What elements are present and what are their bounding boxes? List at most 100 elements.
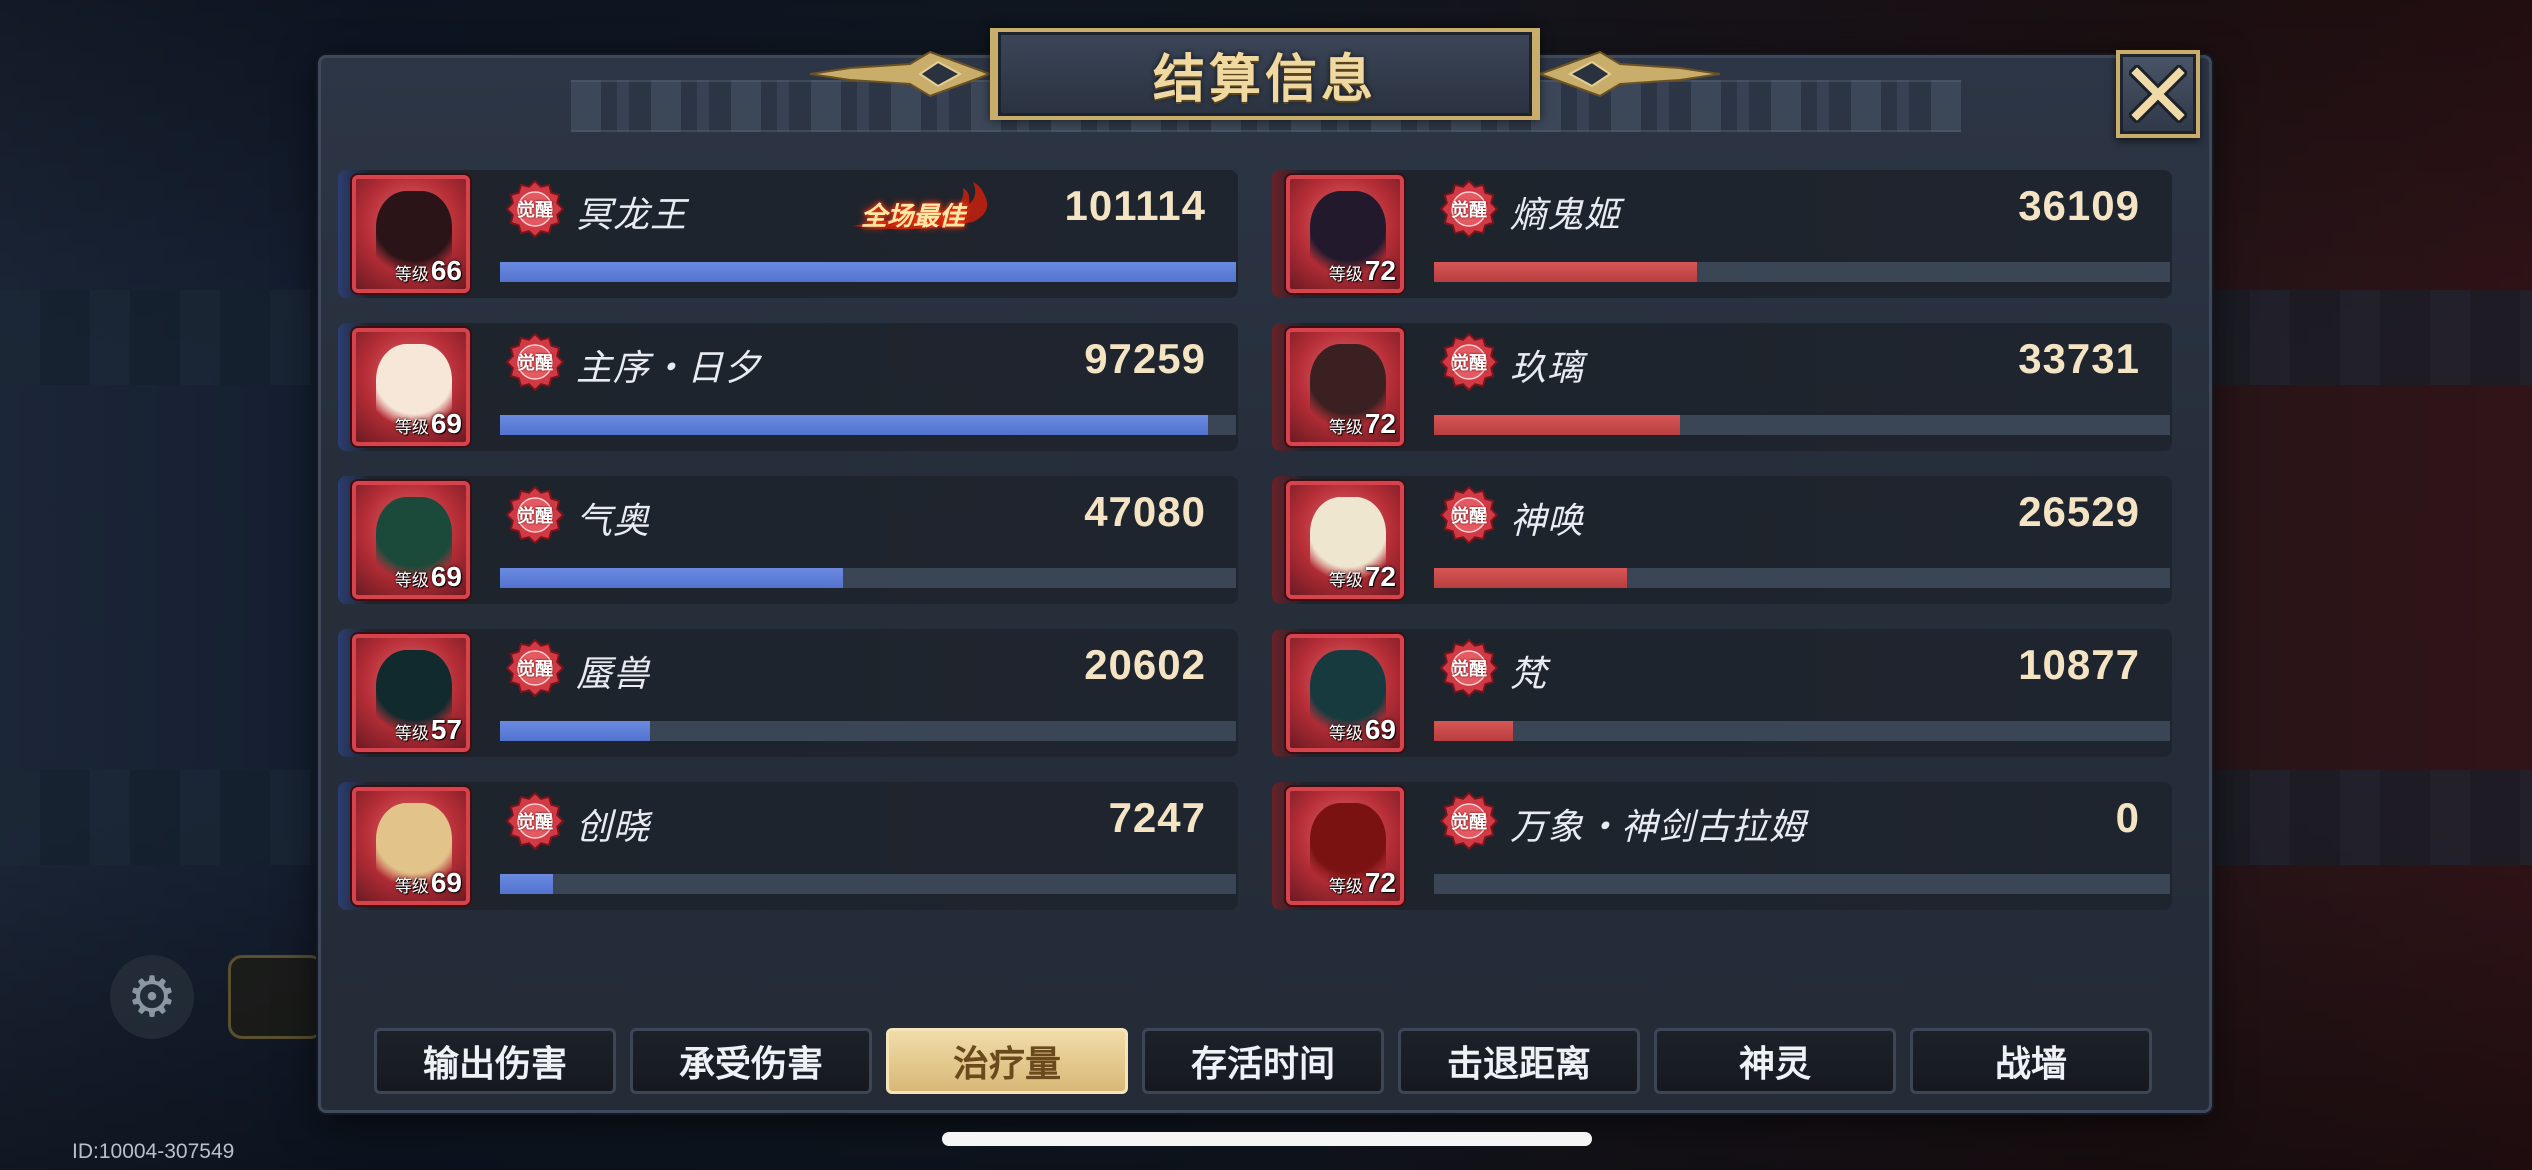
stat-value: 97259: [1084, 335, 1206, 382]
level-value: 72: [1364, 561, 1396, 592]
level-prefix: 等级: [1328, 571, 1363, 590]
awaken-badge-label: 觉醒: [1451, 506, 1487, 526]
tab-4[interactable]: 存活时间: [1142, 1028, 1384, 1094]
tab-7[interactable]: 战墙: [1910, 1028, 2152, 1094]
right-hero-row: 等级72 觉醒 万象・神剑古拉姆 0: [1272, 782, 2172, 910]
auto-button-background: [228, 955, 324, 1039]
stat-value: 7247: [1108, 794, 1206, 841]
stat-bar-fill: [1434, 415, 1680, 435]
level-prefix: 等级: [1328, 418, 1363, 437]
hero-avatar[interactable]: 等级69: [352, 787, 470, 905]
hero-level: 等级69: [395, 561, 462, 593]
stat-bar-fill: [1434, 262, 1697, 282]
hero-avatar[interactable]: 等级69: [352, 328, 470, 446]
stat-value: 33731: [2018, 335, 2140, 382]
stat-bar-track: [500, 568, 1236, 588]
hero-name: 冥龙王: [576, 194, 688, 235]
hero-avatar[interactable]: 等级69: [1286, 634, 1404, 752]
tab-6[interactable]: 神灵: [1654, 1028, 1896, 1094]
stat-bar-track: [1434, 874, 2170, 894]
tab-1[interactable]: 输出伤害: [374, 1028, 616, 1094]
level-prefix: 等级: [1328, 724, 1363, 743]
stat-value: 47080: [1084, 488, 1206, 535]
best-player-label: 全场最佳: [861, 201, 966, 231]
best-player-tag: 全场最佳: [853, 182, 1003, 236]
hero-avatar[interactable]: 等级57: [352, 634, 470, 752]
stat-bar-fill: [500, 262, 1236, 282]
left-hero-row: 等级66 觉醒 冥龙王 全场最佳 101114: [338, 170, 1238, 298]
hero-avatar[interactable]: 等级72: [1286, 787, 1404, 905]
hero-level: 等级72: [1329, 561, 1396, 593]
stat-bar-track: [500, 874, 1236, 894]
level-value: 57: [430, 714, 462, 745]
hero-name: 蜃兽: [576, 653, 651, 694]
hero-avatar[interactable]: 等级72: [1286, 328, 1404, 446]
stat-bar-track: [500, 415, 1236, 435]
close-button[interactable]: [2116, 50, 2200, 138]
stat-bar-fill: [500, 874, 553, 894]
stat-bar-fill: [1434, 568, 1627, 588]
left-hero-row: 等级69 觉醒 创晓 7247: [338, 782, 1238, 910]
stat-value: 20602: [1084, 641, 1206, 688]
hero-name: 万象・神剑古拉姆: [1510, 806, 1807, 847]
awaken-badge: 觉醒: [505, 638, 565, 698]
level-prefix: 等级: [394, 265, 429, 284]
left-hero-row: 等级57 觉醒 蜃兽 20602: [338, 629, 1238, 757]
level-prefix: 等级: [394, 418, 429, 437]
home-indicator[interactable]: [942, 1132, 1592, 1146]
hero-name: 玖璃: [1510, 347, 1585, 388]
stat-value: 101114: [1064, 182, 1206, 229]
awaken-badge-label: 觉醒: [1451, 659, 1487, 679]
hero-avatar[interactable]: 等级69: [352, 481, 470, 599]
hero-name: 梵: [1510, 653, 1548, 694]
awaken-badge-label: 觉醒: [517, 659, 553, 679]
left-hero-row: 等级69 觉醒 气奥 47080: [338, 476, 1238, 604]
awaken-badge: 觉醒: [505, 485, 565, 545]
awaken-badge: 觉醒: [1439, 485, 1499, 545]
stat-bar-track: [1434, 262, 2170, 282]
settings-gear-icon: ⚙: [110, 955, 194, 1039]
tab-2[interactable]: 承受伤害: [630, 1028, 872, 1094]
tab-5[interactable]: 击退距离: [1398, 1028, 1640, 1094]
level-prefix: 等级: [394, 724, 429, 743]
level-value: 69: [430, 867, 462, 898]
level-value: 66: [430, 255, 462, 286]
hero-avatar[interactable]: 等级72: [1286, 175, 1404, 293]
level-value: 69: [1364, 714, 1396, 745]
awaken-badge-label: 觉醒: [517, 353, 553, 373]
left-team-list: 等级66 觉醒 冥龙王 全场最佳 101114 等级69 觉醒 主序・日夕 97259 等级69 觉…: [338, 170, 1238, 935]
right-hero-row: 等级72 觉醒 神唤 26529: [1272, 476, 2172, 604]
stat-bar-track: [1434, 568, 2170, 588]
right-team-list: 等级72 觉醒 熵鬼姬 36109 等级72 觉醒 玖璃 33731 等级72 觉醒 神唤 26529…: [1272, 170, 2172, 935]
level-value: 69: [430, 561, 462, 592]
awaken-badge-label: 觉醒: [1451, 200, 1487, 220]
stat-bar-fill: [500, 721, 651, 741]
hero-avatar[interactable]: 等级66: [352, 175, 470, 293]
close-icon: [2129, 65, 2187, 123]
stat-bar-fill: [500, 415, 1209, 435]
level-value: 72: [1364, 255, 1396, 286]
awaken-badge-label: 觉醒: [517, 506, 553, 526]
title-banner: 结算信息: [810, 28, 1720, 120]
right-hero-row: 等级72 觉醒 玖璃 33731: [1272, 323, 2172, 451]
hero-level: 等级72: [1329, 867, 1396, 899]
stat-bar-track: [1434, 721, 2170, 741]
stat-bar-track: [500, 262, 1236, 282]
stat-value: 36109: [2018, 182, 2140, 229]
left-wing-ornament-icon: [810, 50, 990, 98]
stat-tabs: 输出伤害 承受伤害 治疗量 存活时间 击退距离 神灵 战墙: [374, 1028, 2152, 1094]
level-prefix: 等级: [1328, 877, 1363, 896]
right-wing-ornament-icon: [1540, 50, 1720, 98]
hero-name: 气奥: [576, 500, 651, 541]
hero-name: 创晓: [576, 806, 651, 847]
stat-value: 0: [2115, 794, 2140, 841]
stat-bar-fill: [500, 568, 843, 588]
hero-avatar[interactable]: 等级72: [1286, 481, 1404, 599]
awaken-badge-label: 觉醒: [1451, 812, 1487, 832]
tab-3[interactable]: 治疗量: [886, 1028, 1128, 1094]
left-hero-row: 等级69 觉醒 主序・日夕 97259: [338, 323, 1238, 451]
level-value: 72: [1364, 867, 1396, 898]
hero-name: 熵鬼姬: [1510, 194, 1622, 235]
awaken-badge: 觉醒: [505, 332, 565, 392]
hero-level: 等级69: [395, 408, 462, 440]
